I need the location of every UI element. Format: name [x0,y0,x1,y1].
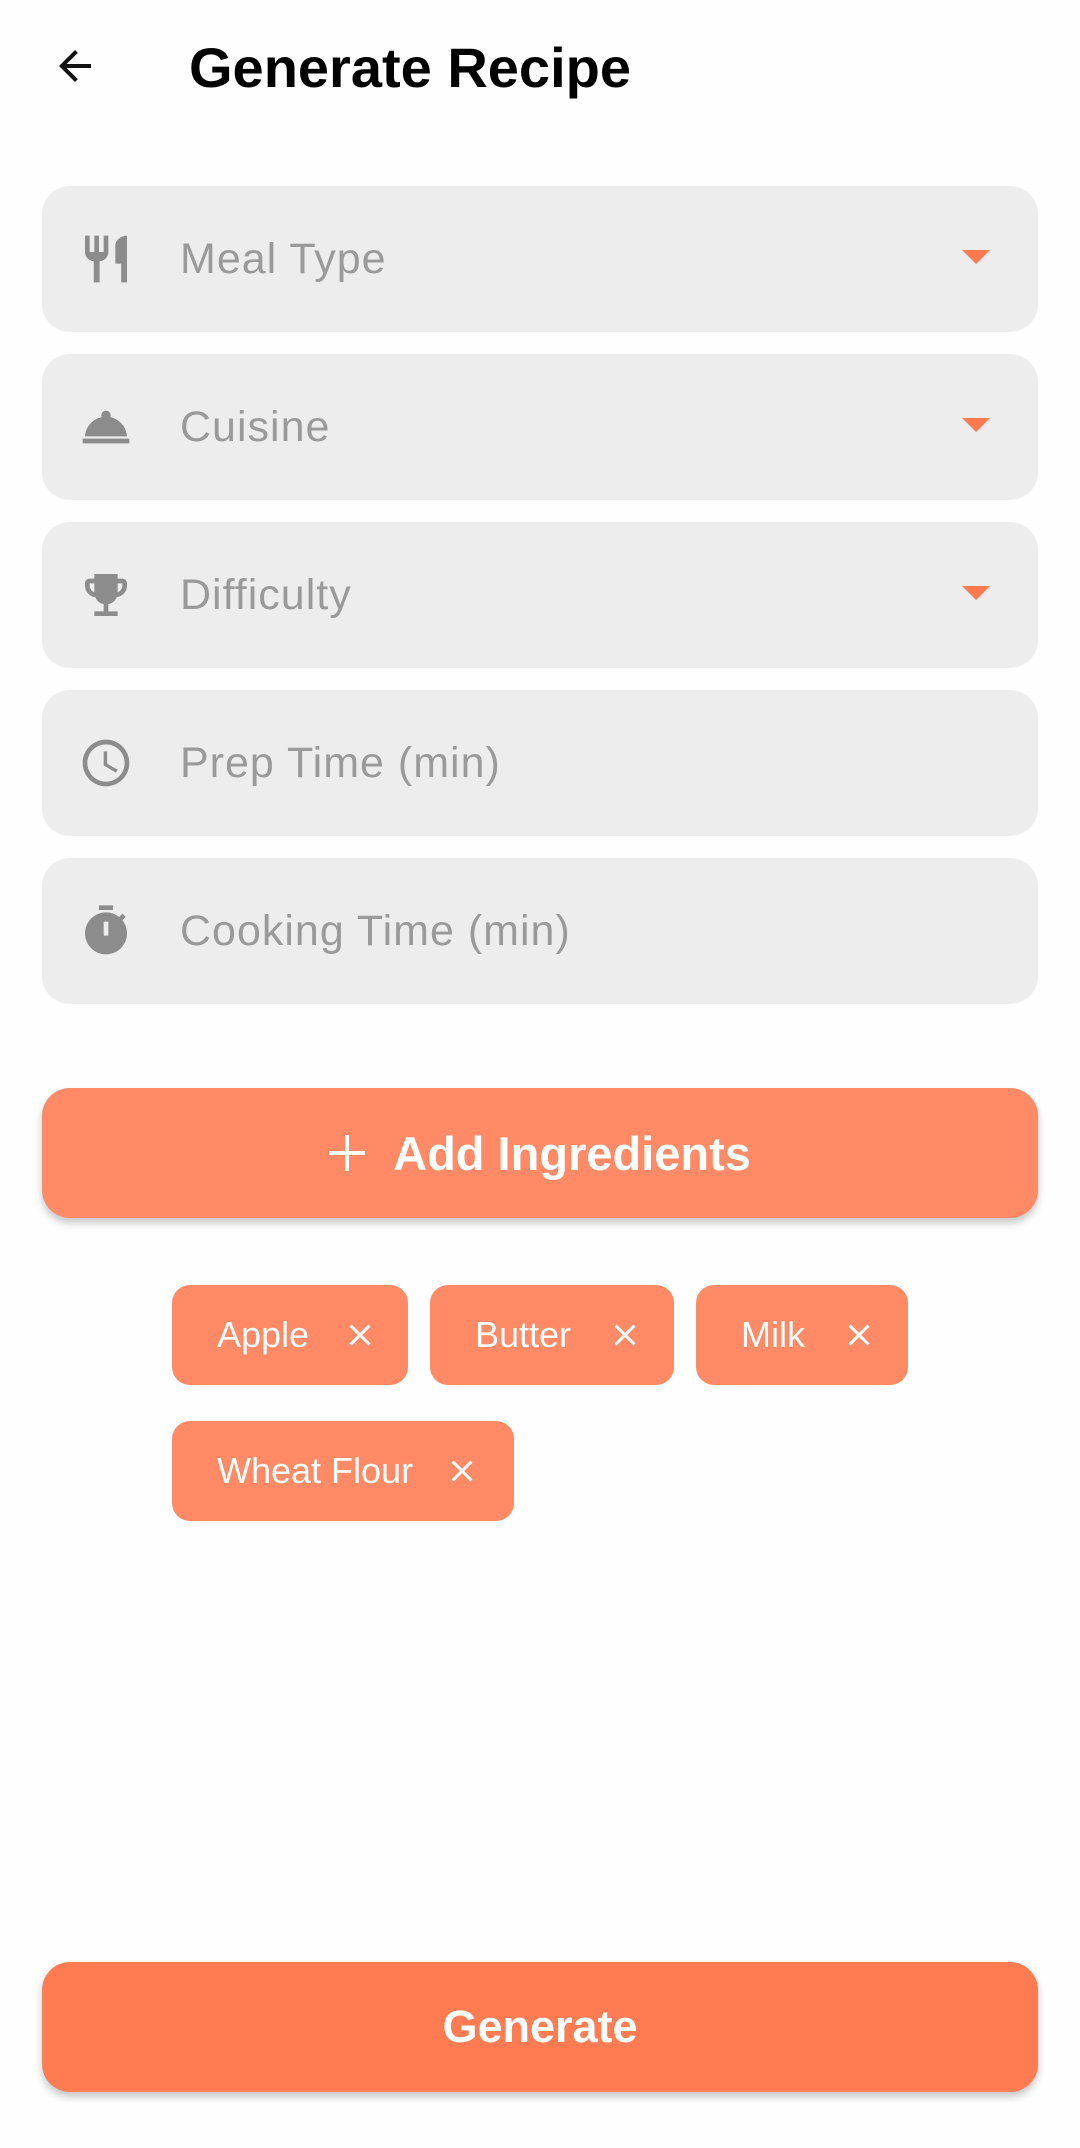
fork-knife-icon [76,229,136,289]
meal-type-label: Meal Type [180,235,387,283]
chevron-down-icon [962,418,990,432]
prep-time-placeholder: Prep Time (min) [180,739,501,787]
plus-icon [329,1135,366,1171]
close-icon[interactable] [607,1317,643,1353]
cooking-time-placeholder: Cooking Time (min) [180,907,571,955]
cuisine-dropdown[interactable]: Cuisine [42,354,1038,500]
ingredient-chip[interactable]: Milk [696,1285,908,1385]
generate-label: Generate [442,2001,638,2052]
page-title: Generate Recipe [189,36,631,99]
timer-icon [76,901,136,961]
prep-time-field[interactable]: Prep Time (min) [42,690,1038,836]
meal-type-dropdown[interactable]: Meal Type [42,186,1038,332]
cooking-time-field[interactable]: Cooking Time (min) [42,858,1038,1004]
clock-icon [76,733,136,793]
chip-label: Wheat Flour [217,1450,414,1491]
arrow-back-icon[interactable] [51,42,99,90]
chip-label: Apple [217,1314,310,1355]
ingredient-chip[interactable]: Wheat Flour [172,1421,514,1521]
chip-label: Milk [741,1314,805,1355]
app-bar: Generate Recipe [0,0,1080,140]
difficulty-label: Difficulty [180,571,352,619]
add-ingredients-label: Add Ingredients [393,1126,751,1180]
cuisine-label: Cuisine [180,403,331,451]
chevron-down-icon [962,586,990,600]
close-icon[interactable] [342,1317,378,1353]
difficulty-dropdown[interactable]: Difficulty [42,522,1038,668]
close-icon[interactable] [444,1453,480,1489]
trophy-icon [76,565,136,625]
cloche-icon [76,397,136,457]
back-button[interactable] [42,33,108,99]
close-icon[interactable] [841,1317,877,1353]
ingredient-chip[interactable]: Apple [172,1285,408,1385]
add-ingredients-button[interactable]: Add Ingredients [42,1088,1038,1218]
ingredient-chip[interactable]: Butter [430,1285,674,1385]
chevron-down-icon [962,250,990,264]
generate-button[interactable]: Generate [42,1962,1038,2092]
chip-label: Butter [475,1314,572,1355]
